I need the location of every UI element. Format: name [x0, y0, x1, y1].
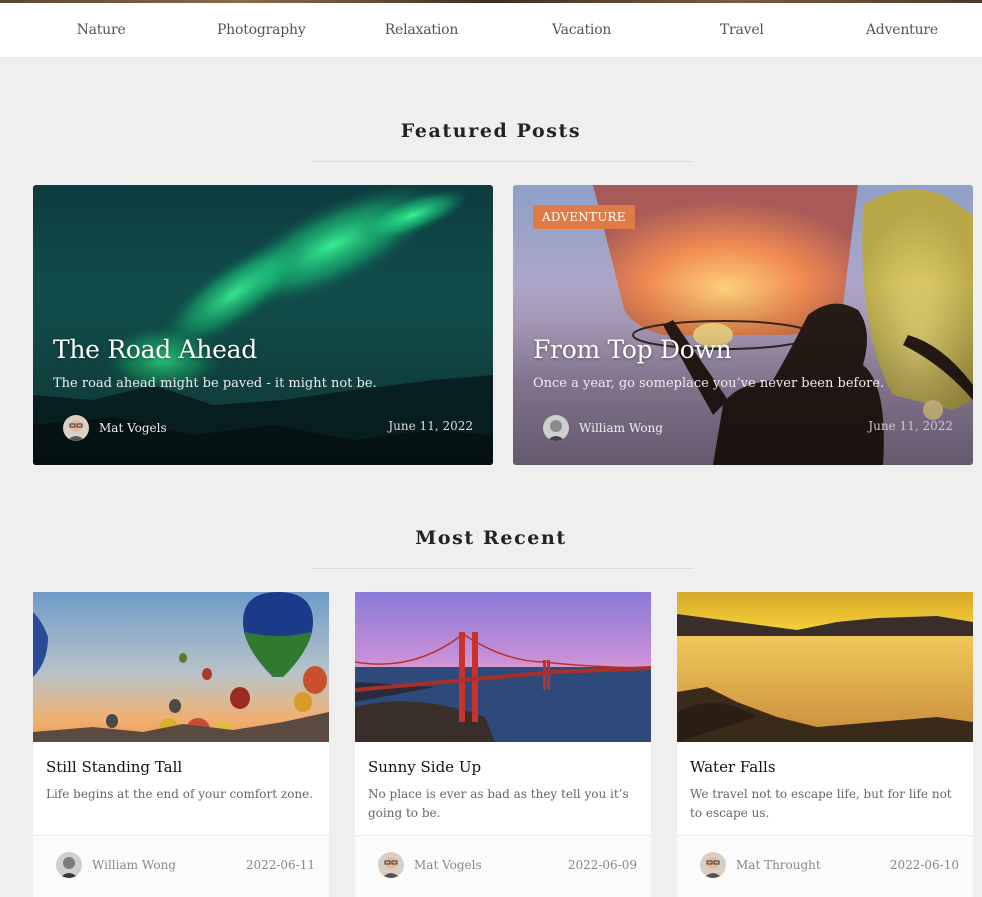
category-nav: Nature Photography Relaxation Vacation T…	[0, 3, 982, 58]
featured-card-from-top-down[interactable]: ADVENTURE From Top Down Once a year, go …	[513, 185, 973, 465]
avatar	[543, 415, 569, 441]
post-footer: William Wong 2022-06-11	[33, 835, 329, 897]
author-name: Mat Vogels	[99, 421, 167, 435]
post-thumbnail[interactable]	[33, 592, 329, 742]
recent-card-water-falls[interactable]: Water Falls We travel not to escape life…	[677, 592, 973, 897]
recent-card-still-standing-tall[interactable]: Still Standing Tall Life begins at the e…	[33, 592, 329, 897]
featured-card-road-ahead[interactable]: The Road Ahead The road ahead might be p…	[33, 185, 493, 465]
nav-item-photography[interactable]: Photography	[181, 22, 341, 38]
featured-title[interactable]: The Road Ahead	[53, 335, 257, 364]
avatar	[56, 852, 82, 878]
author-name: William Wong	[579, 421, 663, 435]
post-date: 2022-06-10	[889, 858, 959, 872]
post-thumbnail[interactable]	[677, 592, 973, 742]
post-excerpt: We travel not to escape life, but for li…	[690, 787, 952, 820]
post-footer: Mat Throught 2022-06-10	[677, 835, 973, 897]
nav-item-travel[interactable]: Travel	[662, 22, 822, 38]
recent-card-sunny-side-up[interactable]: Sunny Side Up No place is ever as bad as…	[355, 592, 651, 897]
featured-title[interactable]: From Top Down	[533, 335, 732, 364]
featured-author[interactable]: Mat Vogels	[63, 415, 167, 441]
post-author[interactable]: William Wong	[56, 852, 176, 878]
avatar	[63, 415, 89, 441]
featured-divider	[312, 161, 693, 162]
nav-item-adventure[interactable]: Adventure	[822, 22, 982, 38]
author-name: Mat Vogels	[414, 858, 482, 872]
post-title[interactable]: Sunny Side Up	[368, 758, 481, 776]
post-date: June 11, 2022	[868, 419, 953, 433]
avatar	[700, 852, 726, 878]
nav-item-nature[interactable]: Nature	[21, 22, 181, 38]
post-title[interactable]: Still Standing Tall	[46, 758, 182, 776]
featured-heading: Featured Posts	[400, 120, 582, 142]
post-author[interactable]: Mat Vogels	[378, 852, 482, 878]
featured-author[interactable]: William Wong	[543, 415, 663, 441]
author-name: Mat Throught	[736, 858, 821, 872]
featured-excerpt: Once a year, go someplace you’ve never b…	[533, 376, 885, 391]
post-excerpt: No place is ever as bad as they tell you…	[368, 787, 629, 820]
post-footer: Mat Vogels 2022-06-09	[355, 835, 651, 897]
author-name: William Wong	[92, 858, 176, 872]
lake-sunset-image	[677, 592, 973, 742]
balloons-image	[33, 592, 329, 742]
post-date: June 11, 2022	[388, 419, 473, 433]
nav-item-relaxation[interactable]: Relaxation	[341, 22, 501, 38]
bridge-image	[355, 592, 651, 742]
post-date: 2022-06-11	[245, 858, 315, 872]
category-badge[interactable]: ADVENTURE	[533, 205, 635, 229]
post-thumbnail[interactable]	[355, 592, 651, 742]
post-author[interactable]: Mat Throught	[700, 852, 821, 878]
avatar	[378, 852, 404, 878]
post-date: 2022-06-09	[567, 858, 637, 872]
nav-item-vacation[interactable]: Vacation	[502, 22, 662, 38]
post-title[interactable]: Water Falls	[690, 758, 776, 776]
post-excerpt: Life begins at the end of your comfort z…	[46, 787, 314, 801]
recent-heading: Most Recent	[415, 527, 567, 549]
recent-divider	[312, 568, 693, 569]
featured-excerpt: The road ahead might be paved - it might…	[53, 376, 377, 391]
